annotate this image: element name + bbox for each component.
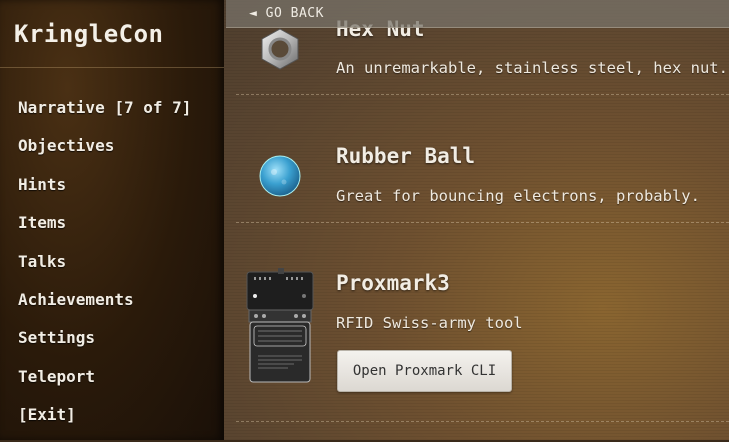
nav-item-objectives[interactable]: Objectives	[18, 134, 191, 172]
proxmark-device-icon	[246, 268, 314, 383]
nav-item-hints[interactable]: Hints	[18, 173, 191, 211]
item-name: Proxmark3	[336, 271, 450, 295]
item-divider	[236, 421, 729, 422]
nav-item-teleport[interactable]: Teleport	[18, 365, 191, 403]
item-proxmark3: Proxmark3 RFID Swiss-army tool Open Prox…	[224, 0, 729, 440]
nav-item-settings[interactable]: Settings	[18, 326, 191, 364]
sidebar-nav: Narrative [7 of 7] Objectives Hints Item…	[18, 96, 191, 442]
nav-item-achievements[interactable]: Achievements	[18, 288, 191, 326]
top-bar: ◄ GO BACK	[226, 0, 729, 28]
nav-item-talks[interactable]: Talks	[18, 250, 191, 288]
item-description: RFID Swiss-army tool	[336, 314, 523, 332]
open-proxmark-cli-button[interactable]: Open Proxmark CLI	[337, 350, 512, 392]
nav-item-narrative[interactable]: Narrative [7 of 7]	[18, 96, 191, 134]
sidebar: KringleCon Narrative [7 of 7] Objectives…	[0, 0, 224, 440]
sidebar-divider	[0, 67, 224, 68]
nav-item-items[interactable]: Items	[18, 211, 191, 249]
nav-item-exit[interactable]: [Exit]	[18, 403, 191, 441]
go-back-button[interactable]: ◄ GO BACK	[249, 6, 324, 21]
app-title: KringleCon	[14, 20, 164, 48]
